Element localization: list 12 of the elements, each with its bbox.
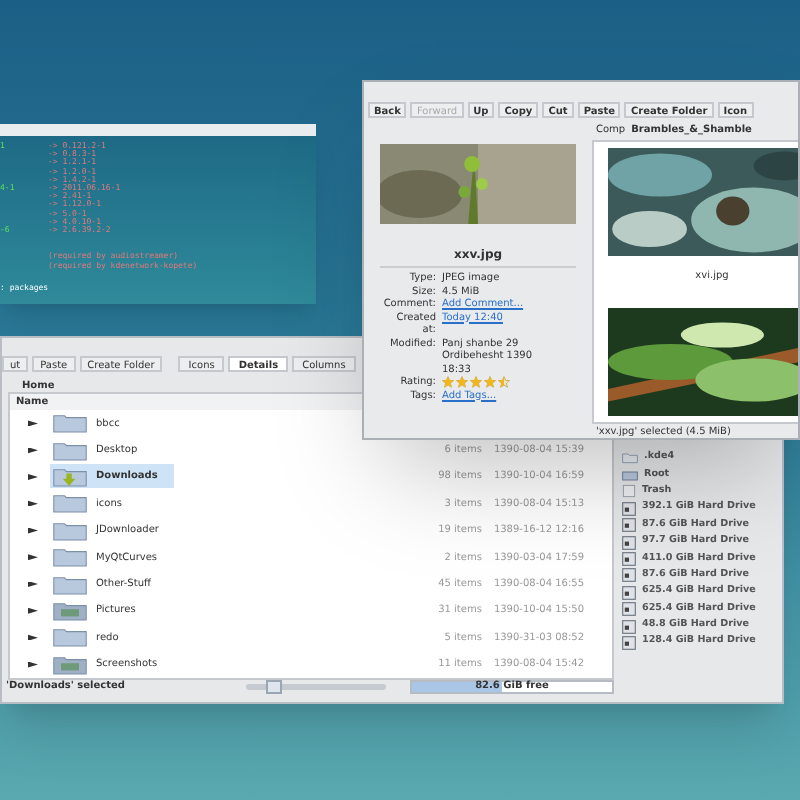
folder-icon xyxy=(52,546,88,569)
folder-icon xyxy=(52,573,88,596)
rating-stars[interactable] xyxy=(442,376,510,389)
trash-icon xyxy=(622,484,636,499)
drive-icon xyxy=(622,469,638,482)
picture-folder-icon xyxy=(52,599,88,622)
folder-icon xyxy=(52,519,88,542)
folder-icon xyxy=(622,452,638,465)
picture-folder-icon xyxy=(52,653,88,676)
download-folder-icon xyxy=(52,465,88,488)
zoom-slider[interactable] xyxy=(246,683,386,689)
folder-icon xyxy=(52,626,88,649)
